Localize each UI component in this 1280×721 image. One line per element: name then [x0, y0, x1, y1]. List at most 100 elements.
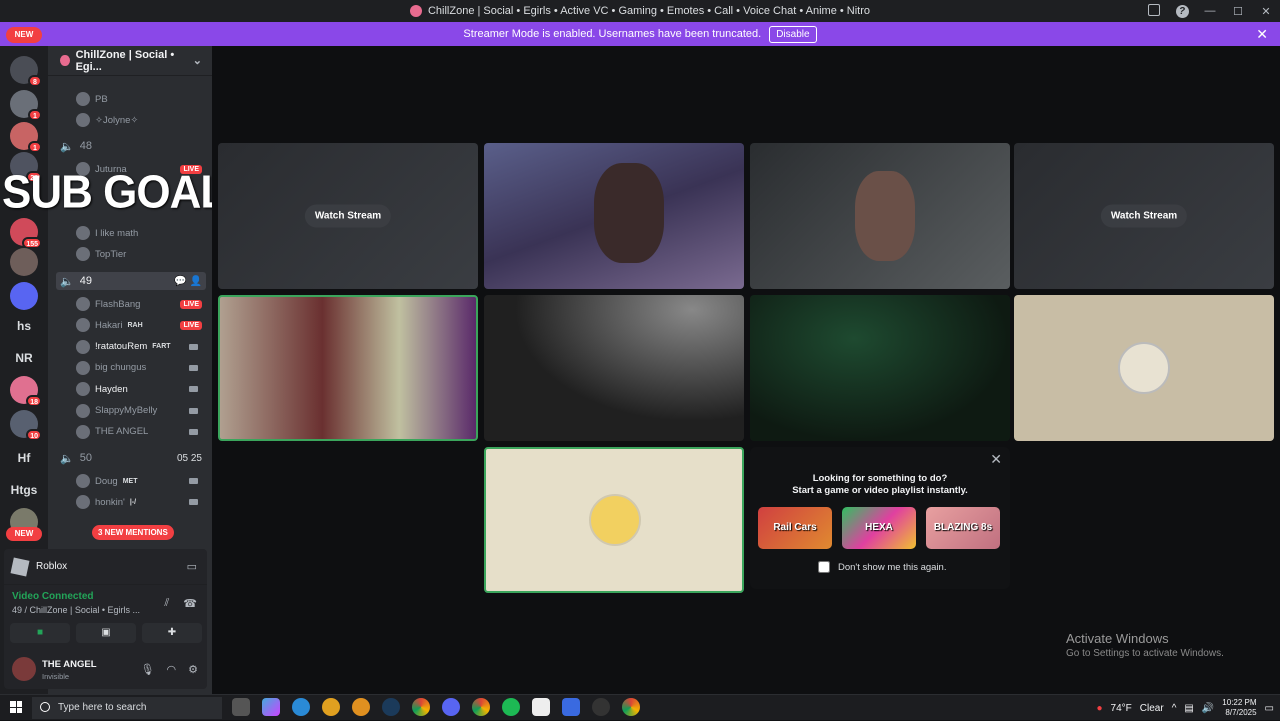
weather-icon[interactable]: ● [1097, 703, 1103, 714]
avatar [12, 657, 36, 681]
volume-icon[interactable]: 🔊 [1202, 703, 1214, 714]
video-tile-9[interactable] [484, 447, 744, 593]
app-icon[interactable] [322, 698, 340, 716]
video-tile-5[interactable] [218, 295, 478, 441]
new-pill[interactable]: NEW [6, 27, 42, 43]
guild-icon[interactable]: 155 [10, 218, 42, 249]
watch-stream-button[interactable]: Watch Stream [1100, 204, 1188, 228]
voice-user[interactable]: I like math [76, 224, 206, 242]
taskbar-search[interactable]: Type here to search [32, 697, 222, 719]
disconnect-icon[interactable]: ☎ [183, 597, 197, 610]
windows-start-icon[interactable] [10, 701, 22, 713]
guild-icon[interactable]: NR [10, 344, 38, 372]
voice-user[interactable]: FlashBang LIVE [76, 295, 206, 313]
dont-show-checkbox[interactable] [818, 561, 830, 573]
discord-icon[interactable] [442, 698, 460, 716]
share-screen-button[interactable]: ▣ [76, 623, 136, 643]
video-tile-6[interactable] [484, 295, 744, 441]
video-tile-7[interactable] [750, 295, 1010, 441]
edge-icon[interactable] [292, 698, 310, 716]
chrome-icon[interactable] [622, 698, 640, 716]
server-icon [60, 55, 70, 66]
voice-user[interactable]: !ratatouRem FART [76, 338, 206, 356]
gear-icon[interactable]: ⚙ [188, 663, 198, 676]
guild-icon[interactable]: 1 [10, 90, 42, 121]
stream-tile-1[interactable]: Watch Stream [218, 143, 478, 289]
guild-icon[interactable]: 10 [10, 410, 42, 441]
activity-button[interactable]: ✚ [142, 623, 202, 643]
app-icon[interactable] [592, 698, 610, 716]
voice-channel[interactable]: 🔈 49 💬 👤 [56, 272, 206, 290]
dont-show-again[interactable]: Don't show me this again. [818, 561, 946, 573]
clock[interactable]: 10:22 PM 8/7/2025 [1222, 698, 1256, 718]
guild-icon[interactable]: Htgs [10, 476, 38, 504]
new-mentions-pill[interactable]: 3 NEW MENTIONS [92, 525, 174, 540]
chevron-up-icon[interactable]: ^ [1172, 703, 1177, 714]
window-title: ChillZone | Social • Egirls • Active VC … [427, 5, 871, 17]
stream-tile-4[interactable]: Watch Stream [1014, 143, 1274, 289]
screen-share-icon[interactable]: ▭ [187, 560, 197, 573]
inbox-icon[interactable] [1140, 3, 1168, 19]
guild-icon[interactable]: hs [10, 312, 38, 340]
voice-channel-path[interactable]: 49 / ChillZone | Social • Egirls ... [12, 605, 140, 615]
app-icon[interactable] [562, 698, 580, 716]
guild-icon[interactable]: 18 [10, 376, 42, 407]
notification-icon[interactable]: ▭ [1265, 703, 1274, 714]
noise-suppression-icon[interactable]: ⫽ [164, 597, 169, 610]
minimize-button[interactable]: — [1196, 5, 1224, 17]
current-user[interactable]: THE ANGEL Invisible 🎙 ◠ ⚙ [10, 655, 202, 685]
voice-user[interactable]: honkin' |-/ [76, 493, 206, 511]
avatar [76, 113, 90, 127]
voice-user[interactable]: Doug MET [76, 472, 206, 490]
voice-user[interactable]: PB [76, 90, 206, 108]
game-card-hexa[interactable]: HEXA [842, 507, 916, 549]
game-card-blazing-8s[interactable]: BLAZING 8s [926, 507, 1000, 549]
chrome-icon[interactable] [472, 698, 490, 716]
video-tile-8[interactable] [1014, 295, 1274, 441]
channel-actions[interactable]: 05 25 [177, 453, 202, 464]
voice-channel[interactable]: 🔈 50 05 25 [56, 449, 206, 467]
app-icon[interactable] [352, 698, 370, 716]
spotify-icon[interactable] [502, 698, 520, 716]
network-icon[interactable]: ▤ [1184, 703, 1193, 714]
voice-user[interactable]: Hakari RAH LIVE [76, 316, 206, 334]
close-icon[interactable]: ✕ [990, 451, 1002, 468]
guild-icon[interactable]: 1 [10, 122, 42, 153]
steam-icon[interactable] [382, 698, 400, 716]
voice-user[interactable]: Hayden [76, 380, 206, 398]
chrome-icon[interactable] [412, 698, 430, 716]
banner-close-icon[interactable]: ✕ [1256, 26, 1268, 43]
task-view-icon[interactable] [232, 698, 250, 716]
voice-channel[interactable]: 🔈 48 [56, 137, 206, 155]
server-header[interactable]: ChillZone | Social • Egi... ⌄ [48, 46, 212, 76]
voice-user[interactable]: THE ANGEL [76, 423, 206, 441]
watch-stream-button[interactable]: Watch Stream [304, 204, 392, 228]
voice-user[interactable]: big chungus [76, 359, 206, 377]
help-icon[interactable]: ? [1168, 4, 1196, 18]
weather-desc[interactable]: Clear [1140, 703, 1164, 714]
game-card-rail-cars[interactable]: Rail Cars [758, 507, 832, 549]
headphones-icon[interactable]: ◠ [167, 663, 177, 676]
voice-user[interactable]: TopTier [76, 245, 206, 263]
video-tile-2[interactable] [484, 143, 744, 289]
video-tile-3[interactable] [750, 143, 1010, 289]
unread-badge: 18 [26, 395, 42, 407]
new-pill-bottom[interactable]: NEW [6, 527, 42, 541]
weather-temp[interactable]: 74°F [1111, 703, 1132, 714]
maximize-button[interactable]: ☐ [1224, 5, 1252, 18]
guild-icon[interactable] [10, 282, 38, 310]
video-grid: Watch Stream Watch Stream ✕ Looking for … [212, 46, 1280, 694]
guild-icon[interactable] [10, 248, 38, 276]
file-icon[interactable] [532, 698, 550, 716]
channel-actions[interactable]: 💬 👤 [174, 276, 202, 287]
voice-user[interactable]: ✧Jolyne✧ [76, 111, 206, 129]
guild-icon[interactable]: 8 [10, 56, 42, 87]
copilot-icon[interactable] [262, 698, 280, 716]
disable-button[interactable]: Disable [769, 25, 817, 43]
close-button[interactable]: ✕ [1252, 5, 1280, 18]
guild-icon[interactable]: Hf [10, 444, 38, 472]
activity-row[interactable]: Roblox ▭ [4, 549, 207, 585]
mic-icon[interactable]: 🎙 [141, 663, 155, 676]
voice-user[interactable]: SlappyMyBelly [76, 402, 206, 420]
camera-button[interactable]: ■ [10, 623, 70, 643]
